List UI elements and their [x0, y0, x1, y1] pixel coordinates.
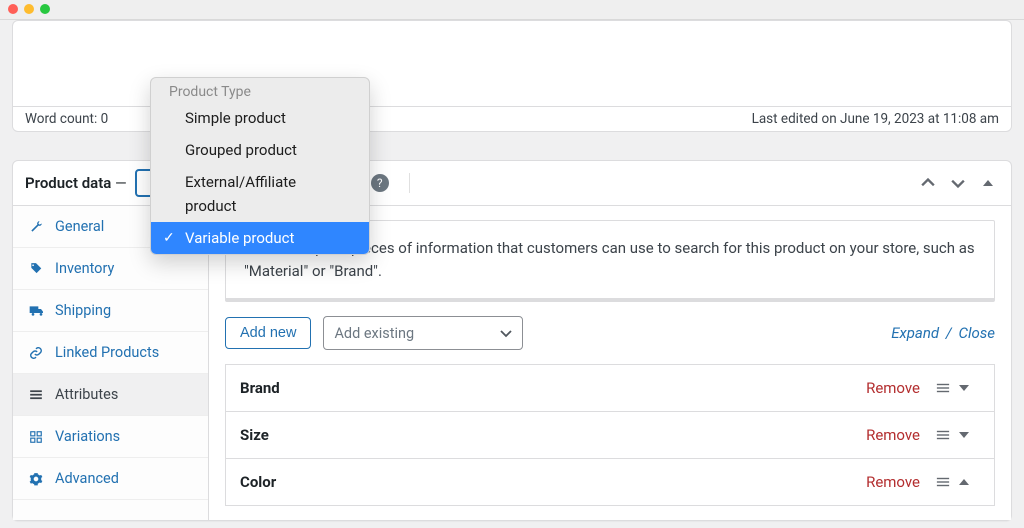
expand-all-link[interactable]: Expand [891, 324, 939, 342]
last-edited-label: Last edited on June 19, 2023 at 11:08 am [752, 111, 999, 127]
attribute-name: Brand [240, 379, 866, 397]
expand-attribute-icon[interactable] [958, 429, 980, 441]
separator [409, 173, 410, 193]
tab-linked-products[interactable]: Linked Products [13, 332, 208, 374]
attribute-list: Brand Remove Size Remove [225, 364, 995, 506]
product-type-dropdown: Product Type Simple product Grouped prod… [150, 77, 370, 255]
list-icon [29, 388, 45, 402]
tab-label: Inventory [55, 260, 114, 277]
tab-variations[interactable]: Variations [13, 416, 208, 458]
attribute-row[interactable]: Brand Remove [226, 365, 994, 412]
truck-icon [29, 304, 45, 318]
attribute-actions-row: Add new Add existing Expand / Close [225, 316, 995, 350]
drag-handle-icon[interactable] [936, 428, 958, 442]
close-window-button[interactable] [8, 4, 18, 14]
tag-icon [29, 262, 45, 276]
window-titlebar [0, 0, 1024, 20]
collapse-attribute-icon[interactable] [958, 476, 980, 488]
tab-label: Attributes [55, 386, 118, 403]
drag-handle-icon[interactable] [936, 475, 958, 489]
dropdown-item-external[interactable]: External/Affiliate product [151, 166, 369, 222]
traffic-lights [8, 4, 1016, 14]
tab-shipping[interactable]: Shipping [13, 290, 208, 332]
remove-attribute-link[interactable]: Remove [866, 426, 920, 444]
dropdown-item-label: Grouped product [185, 141, 297, 159]
drag-handle-icon[interactable] [936, 381, 958, 395]
link-icon [29, 346, 45, 360]
dropdown-item-grouped[interactable]: Grouped product [151, 134, 369, 166]
add-new-attribute-button[interactable]: Add new [225, 317, 311, 349]
expand-attribute-icon[interactable] [958, 382, 980, 394]
wrench-icon [29, 220, 45, 234]
dropdown-item-label: Simple product [185, 109, 286, 127]
tab-label: Variations [55, 428, 120, 445]
close-all-link[interactable]: Close [958, 324, 995, 342]
attribute-row[interactable]: Size Remove [226, 412, 994, 459]
collapse-panel-icon[interactable] [977, 172, 999, 194]
attribute-name: Size [240, 426, 866, 444]
tab-attributes[interactable]: Attributes [13, 374, 208, 416]
dropdown-item-label: Variable product [185, 229, 294, 247]
dropdown-item-variable[interactable]: ✓ Variable product [151, 222, 369, 254]
word-count-label: Word count: 0 [25, 111, 108, 127]
help-icon[interactable]: ? [371, 174, 389, 192]
checkmark-icon: ✓ [163, 227, 175, 249]
tab-label: General [55, 218, 104, 235]
dropdown-item-simple[interactable]: Simple product [151, 102, 369, 134]
tab-label: Linked Products [55, 344, 159, 361]
tab-label: Shipping [55, 302, 111, 319]
grid-icon [29, 430, 45, 444]
move-down-icon[interactable] [947, 172, 969, 194]
tab-label: Advanced [55, 470, 119, 487]
attribute-row[interactable]: Color Remove [226, 459, 994, 506]
select-placeholder: Add existing [334, 325, 414, 342]
dropdown-item-label: External/Affiliate product [185, 173, 296, 215]
chevron-down-icon [500, 327, 512, 339]
minimize-window-button[interactable] [24, 4, 34, 14]
expand-close-links: Expand / Close [891, 324, 995, 342]
remove-attribute-link[interactable]: Remove [866, 473, 920, 491]
dropdown-header: Product Type [151, 78, 369, 102]
fullscreen-window-button[interactable] [40, 4, 50, 14]
remove-attribute-link[interactable]: Remove [866, 379, 920, 397]
attribute-name: Color [240, 473, 866, 491]
add-existing-attribute-select[interactable]: Add existing [323, 316, 523, 350]
panel-title: Product data — [25, 174, 127, 192]
tab-advanced[interactable]: Advanced [13, 458, 208, 500]
gear-icon [29, 472, 45, 486]
move-up-icon[interactable] [917, 172, 939, 194]
